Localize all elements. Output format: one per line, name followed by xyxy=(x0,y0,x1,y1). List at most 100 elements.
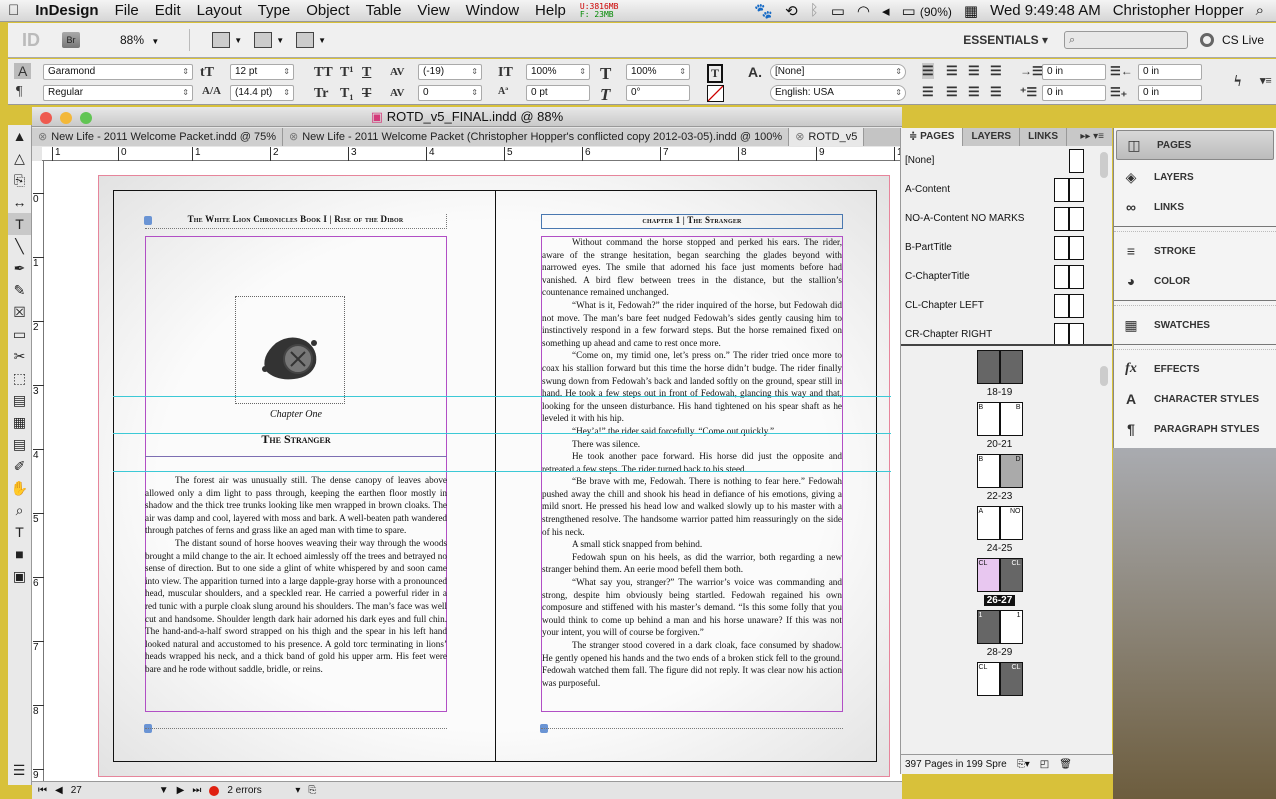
line-tool-icon[interactable]: ╲ xyxy=(8,235,31,257)
menu-view[interactable]: View xyxy=(409,2,457,19)
chapter-label[interactable]: Chapter One xyxy=(145,409,447,420)
first-page-button[interactable]: ⏮ xyxy=(38,785,47,796)
spread-thumbnail[interactable]: CL CL xyxy=(901,662,1098,699)
menu-object[interactable]: Object xyxy=(298,2,357,19)
delete-page-icon[interactable]: 🗑 xyxy=(1059,759,1072,770)
dock-swatches[interactable]: ▦ SWATCHES xyxy=(1114,310,1276,340)
panel-menu-icon[interactable]: ▸▸ ▾≡ xyxy=(1072,128,1112,146)
chevron-down-icon[interactable]: ▼ xyxy=(234,36,242,45)
close-tab-icon[interactable]: ⊗ xyxy=(38,131,47,143)
vertical-ruler[interactable]: 0 1 2 3 4 5 6 7 8 9 xyxy=(32,161,44,781)
note-tool-icon[interactable]: ▤ xyxy=(8,433,31,455)
master-item[interactable]: C-ChapterTitle xyxy=(901,262,1112,291)
preflight-menu-chevron-icon[interactable]: ▾ xyxy=(295,785,300,796)
superscript-button[interactable]: T¹ xyxy=(340,65,354,81)
user-name[interactable]: Christopher Hopper xyxy=(1113,2,1244,19)
dock-effects[interactable]: fx EFFECTS xyxy=(1114,354,1276,384)
font-size-field[interactable]: 12 pt ⇕ xyxy=(230,64,294,80)
horizontal-scale-field[interactable]: 100% ⇕ xyxy=(626,64,690,80)
master-item[interactable]: CR-Chapter RIGHT xyxy=(901,320,1112,344)
clock[interactable]: Wed 9:49:48 AM xyxy=(990,2,1101,19)
paragraph-mode-icon[interactable]: ¶ xyxy=(16,84,22,100)
underline-button[interactable]: T xyxy=(362,65,371,81)
vertical-scale-field[interactable]: 100% ⇕ xyxy=(526,64,590,80)
menu-help[interactable]: Help xyxy=(527,2,574,19)
dock-pages[interactable]: ◫ PAGES xyxy=(1116,130,1274,160)
open-document-icon[interactable]: ⎘ xyxy=(308,785,316,796)
bluetooth-icon[interactable]: ᛒ xyxy=(810,2,819,19)
direct-selection-tool-icon[interactable]: △ xyxy=(8,147,31,169)
cs-live-button[interactable]: CS Live xyxy=(1199,33,1264,47)
justify-all-button[interactable]: ☰ xyxy=(968,84,980,100)
masters-scrollbar[interactable] xyxy=(1100,152,1108,178)
skew-field[interactable]: 0° xyxy=(626,85,690,101)
tracking-field[interactable]: 0 ⇕ xyxy=(418,85,482,101)
pencil-tool-icon[interactable]: ✎ xyxy=(8,279,31,301)
justify-left-button[interactable]: ☰ xyxy=(922,84,934,100)
right-footer-frame[interactable] xyxy=(541,728,843,729)
close-tab-icon[interactable]: ⊗ xyxy=(795,131,804,143)
rectangle-frame-tool-icon[interactable]: ☒ xyxy=(8,301,31,323)
volume-icon[interactable]: ◂ xyxy=(882,2,890,20)
edit-page-size-icon[interactable]: ⎘▾ xyxy=(1017,759,1030,770)
spread-thumbnail[interactable]: A NO 24-25 xyxy=(901,506,1098,554)
next-page-button[interactable]: ▶ xyxy=(177,785,185,796)
display-icon[interactable]: ▭ xyxy=(831,2,845,20)
seal-image-frame[interactable] xyxy=(235,296,345,404)
character-mode-icon[interactable]: A xyxy=(14,63,32,79)
leading-field[interactable]: (14.4 pt) ⇕ xyxy=(230,85,294,101)
screen-mode-icon[interactable] xyxy=(254,32,273,48)
font-style-field[interactable]: Regular ⇕ xyxy=(43,85,193,101)
type-tool-icon[interactable]: T xyxy=(8,213,31,235)
menu-layout[interactable]: Layout xyxy=(189,2,250,19)
gap-tool-icon[interactable]: ↔ xyxy=(8,191,31,213)
subscript-button[interactable]: T₁ xyxy=(340,86,354,102)
text-stroke-icon[interactable] xyxy=(707,85,724,102)
paw-icon[interactable]: 🐾 xyxy=(754,2,773,20)
view-options-icon[interactable] xyxy=(212,32,231,48)
dock-character-styles[interactable]: A CHARACTER STYLES xyxy=(1114,384,1276,414)
chevron-down-icon[interactable]: ▼ xyxy=(276,36,284,45)
selection-tool-icon[interactable]: ▲ xyxy=(8,125,31,147)
align-towards-spine-button[interactable]: ☰ xyxy=(990,63,1002,79)
chapter-title[interactable]: The Stranger xyxy=(145,432,447,447)
tab-document[interactable]: ⊗ New Life - 2011 Welcome Packet.indd @ 7… xyxy=(32,128,283,146)
dock-stroke[interactable]: ≡ STROKE xyxy=(1114,236,1276,266)
last-page-button[interactable]: ⏭ xyxy=(192,785,201,796)
small-caps-button[interactable]: Tr xyxy=(314,86,329,102)
screen-mode-tool-icon[interactable]: ▣ xyxy=(8,565,31,587)
spread-thumbnail[interactable]: 18-19 xyxy=(901,350,1098,398)
spread-thumbnail[interactable]: 1 1 28-29 xyxy=(901,610,1098,658)
right-indent-field[interactable]: 0 in xyxy=(1138,64,1202,80)
wifi-icon[interactable]: ◠ xyxy=(857,2,870,20)
strikethrough-button[interactable]: T xyxy=(362,86,371,102)
menu-edit[interactable]: Edit xyxy=(147,2,189,19)
close-tab-icon[interactable]: ⊗ xyxy=(289,131,298,143)
page-tool-icon[interactable]: ⎘ xyxy=(8,169,31,191)
tab-pages[interactable]: ≑ PAGES xyxy=(901,128,964,146)
text-fill-icon[interactable]: T xyxy=(707,64,724,83)
calendar-icon[interactable]: ▦ xyxy=(964,2,978,20)
align-right-button[interactable]: ☰ xyxy=(968,63,980,79)
font-family-field[interactable]: Garamond ⇕ xyxy=(43,64,193,80)
fill-stroke-icon[interactable]: T xyxy=(8,521,31,543)
rectangle-tool-icon[interactable]: ▭ xyxy=(8,323,31,345)
hand-tool-icon[interactable]: ✋ xyxy=(8,477,31,499)
close-window-button[interactable] xyxy=(40,112,52,124)
character-style-select[interactable]: [None] ⇕ xyxy=(770,64,906,80)
ruler-guide[interactable] xyxy=(113,433,891,434)
master-item[interactable]: [None] xyxy=(901,146,1112,175)
master-item[interactable]: CL-Chapter LEFT xyxy=(901,291,1112,320)
all-caps-button[interactable]: TT xyxy=(314,65,333,81)
time-machine-icon[interactable]: ⟲ xyxy=(785,2,798,20)
zoom-tool-icon[interactable]: ⌕ xyxy=(8,499,31,521)
panel-menu-icon[interactable]: ▾≡ xyxy=(1260,74,1272,87)
tab-links[interactable]: LINKS xyxy=(1020,128,1068,146)
new-page-icon[interactable]: ◰ xyxy=(1040,759,1049,770)
spotlight-icon[interactable]: ⌕ xyxy=(1256,2,1264,19)
menu-app[interactable]: InDesign xyxy=(27,2,106,19)
align-away-spine-button[interactable]: ☰ xyxy=(990,84,1002,100)
page-menu-chevron-icon[interactable]: ▼ xyxy=(159,785,169,796)
chevron-down-icon[interactable]: ▼ xyxy=(318,36,326,45)
dock-color[interactable]: ◕ COLOR xyxy=(1114,266,1276,296)
